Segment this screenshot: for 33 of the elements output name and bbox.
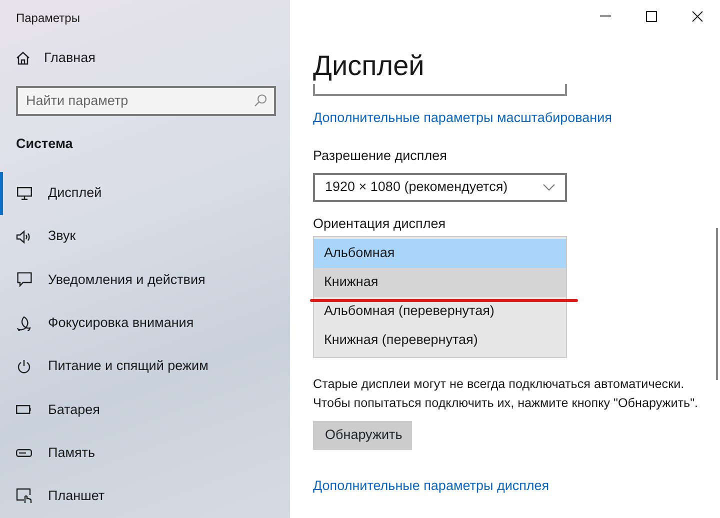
scrollbar-thumb[interactable] — [716, 228, 718, 380]
sidebar-item[interactable]: Батарея — [0, 388, 290, 432]
display-settings-link[interactable]: Дополнительные параметры дисплея — [313, 476, 550, 496]
dropdown-option[interactable]: Книжная (перевернутая) — [314, 326, 566, 355]
drive-icon — [16, 449, 32, 458]
monitor-icon — [16, 186, 32, 200]
chevron-icon — [543, 184, 555, 190]
tablet-icon — [16, 488, 32, 504]
sidebar-item[interactable]: Уведомления и действия — [0, 258, 290, 302]
sidebar-item[interactable]: Планшет — [0, 474, 290, 518]
power-icon — [16, 358, 32, 374]
orientation-label: Ориентация дисплея — [313, 214, 447, 233]
window-title: Параметры — [15, 10, 81, 27]
dropdown-option[interactable]: Альбомная (перевернутая) — [314, 296, 566, 326]
speaker-icon — [16, 230, 32, 244]
sidebar-item[interactable]: Питание и спящий режим — [0, 344, 290, 388]
scaling-settings-link[interactable]: Дополнительные параметры масштабирования — [313, 108, 612, 128]
resolution-label: Разрешение дисплея — [313, 147, 448, 166]
sidebar-item[interactable]: Память — [0, 431, 290, 475]
info-paragraph: Старые дисплеи могут не всегда подключаться автоматически. Чтобы попытаться подключить их, нажмите кнопку "Обнаружить". — [313, 376, 700, 412]
sidebar-item[interactable]: Фокусировка внимания — [0, 301, 290, 345]
home-nav-item[interactable]: Главная — [0, 40, 290, 76]
battery-icon — [16, 405, 32, 414]
detect-button[interactable]: Обнаружить — [313, 420, 412, 450]
section-heading: Система — [15, 134, 74, 153]
search-field[interactable]: Найти параметр — [16, 86, 276, 116]
sidebar-item[interactable]: Звук — [0, 214, 290, 258]
dropdown-field[interactable] — [313, 82, 567, 96]
message-icon — [16, 272, 32, 288]
dropdown-option[interactable]: Альбомная — [314, 238, 566, 268]
home-icon — [16, 50, 30, 65]
search-icon — [254, 94, 267, 107]
resolution-dropdown[interactable]: 1920 × 1080 (рекомендуется) — [313, 172, 567, 202]
